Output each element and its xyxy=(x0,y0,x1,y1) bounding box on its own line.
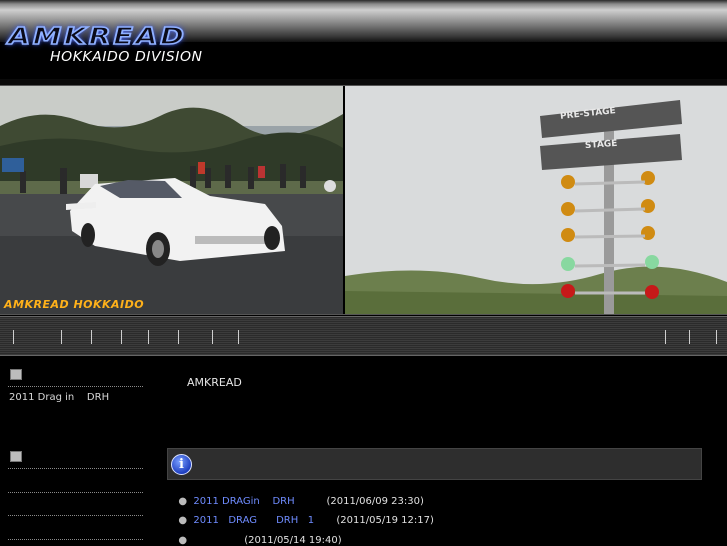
section-divider xyxy=(8,515,143,516)
news-item: ● (2011/05/14 19:40) xyxy=(172,524,342,546)
section-divider xyxy=(8,386,143,387)
nav-separator xyxy=(716,330,717,344)
banner-photos xyxy=(0,86,727,314)
info-icon: i xyxy=(171,454,192,475)
nav-separator xyxy=(212,330,213,344)
news-header-bar: i xyxy=(167,448,702,480)
drag-car-photo xyxy=(0,86,343,314)
sidebar-link[interactable]: 2011 Drag in DRH xyxy=(9,392,109,403)
section-divider xyxy=(8,539,143,540)
nav-separator xyxy=(13,330,14,344)
nav-separator xyxy=(148,330,149,344)
photo-banner: AMKREAD HOKKAIDO PRE-STAGE STAGE xyxy=(0,85,727,315)
nav-separator xyxy=(121,330,122,344)
nav-separator xyxy=(665,330,666,344)
page-title: AMKREAD xyxy=(187,376,242,389)
bullet-icon: ● xyxy=(178,535,188,546)
section-divider xyxy=(8,468,143,469)
christmas-tree-photo xyxy=(345,86,727,314)
nav-separator xyxy=(178,330,179,344)
nav-separator xyxy=(61,330,62,344)
section-divider xyxy=(8,492,143,493)
news-date: (2011/05/14 19:40) xyxy=(244,535,342,546)
site-subtitle: HOKKAIDO DIVISION xyxy=(50,50,203,65)
nav-separator xyxy=(91,330,92,344)
news-date: (2011/05/19 12:17) xyxy=(336,515,434,526)
photo-caption: AMKREAD HOKKAIDO xyxy=(4,298,145,311)
section-marker-icon xyxy=(10,369,22,380)
section-marker-icon xyxy=(10,451,22,462)
news-item: ● 2011 DRAG DRH 1 (2011/05/19 12:17) xyxy=(172,504,434,526)
nav-separator xyxy=(238,330,239,344)
nav-separator xyxy=(689,330,690,344)
site-logo[interactable]: AMKREAD xyxy=(7,23,187,51)
nav-bar xyxy=(0,316,727,356)
